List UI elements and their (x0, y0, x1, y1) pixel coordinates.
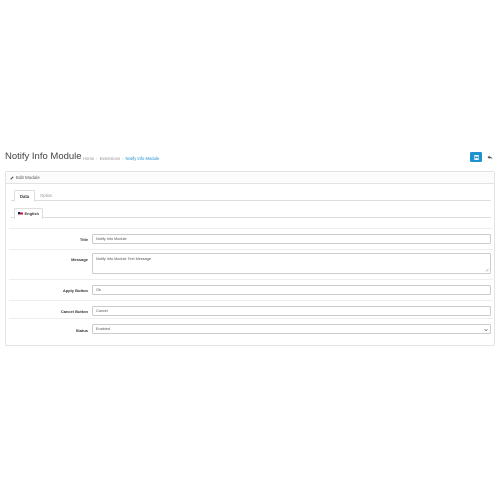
form-row-apply-button: Apply Button Ok (6, 279, 496, 299)
tab-language-english[interactable]: English (14, 208, 43, 219)
back-button[interactable] (485, 153, 495, 162)
panel-heading-text: Edit Module (16, 175, 40, 180)
reply-icon (487, 155, 493, 160)
panel-heading: Edit Module (6, 172, 494, 184)
breadcrumb-extensions[interactable]: Extensions (100, 156, 120, 161)
breadcrumb-separator: › (96, 156, 98, 161)
breadcrumb-current[interactable]: Notify Info Module (125, 156, 159, 161)
form-row-title: Title Notify Info Module (6, 228, 496, 248)
save-button[interactable] (470, 152, 482, 162)
row-divider (9, 228, 493, 229)
status-label: Status (75, 328, 88, 333)
title-label: Title (79, 237, 88, 242)
row-divider (9, 279, 493, 280)
module-tabs: Data Option (11, 190, 491, 202)
form-row-cancel-button: Cancel Button Cancel (6, 300, 496, 320)
chevron-down-icon (484, 328, 488, 331)
resize-handle-icon[interactable] (485, 268, 489, 272)
page-header: Notify Info Module Home › Extensions › Notif… (0, 150, 500, 168)
save-icon (473, 154, 479, 160)
message-text: Notify Info Module Text Message (96, 256, 152, 261)
page-title: Notify Info Module (5, 151, 82, 162)
tab-data[interactable]: Data (14, 190, 36, 202)
message-textarea[interactable]: Notify Info Module Text Message (92, 253, 491, 274)
language-tabs: English (11, 208, 491, 219)
status-select[interactable]: Enabled (92, 324, 491, 334)
tab-option[interactable]: Option (35, 190, 57, 201)
edit-module-panel: Edit Module Data Option English Title No… (5, 171, 495, 346)
language-tab-label: English (24, 211, 39, 216)
form-row-status: Status Enabled (6, 318, 496, 340)
row-divider (9, 318, 493, 319)
title-input[interactable]: Notify Info Module (92, 234, 491, 244)
apply-button-label: Apply Button (62, 288, 88, 293)
row-divider (9, 249, 493, 250)
breadcrumb-home[interactable]: Home (83, 156, 94, 161)
form-row-message: Message Notify Info Module Text Message (6, 249, 496, 279)
message-label: Message (71, 257, 88, 262)
cancel-button-label: Cancel Button (60, 309, 88, 314)
uk-flag-icon (18, 211, 23, 216)
page: Notify Info Module Home › Extensions › Notif… (0, 0, 500, 500)
breadcrumb-separator: › (122, 156, 124, 161)
pencil-icon (10, 175, 14, 180)
breadcrumb: Home › Extensions › Notify Info Module (83, 156, 159, 161)
apply-button-input[interactable]: Ok (92, 285, 491, 295)
status-selected-value: Enabled (96, 327, 110, 331)
cancel-button-input[interactable]: Cancel (92, 306, 491, 316)
row-divider (9, 300, 493, 301)
